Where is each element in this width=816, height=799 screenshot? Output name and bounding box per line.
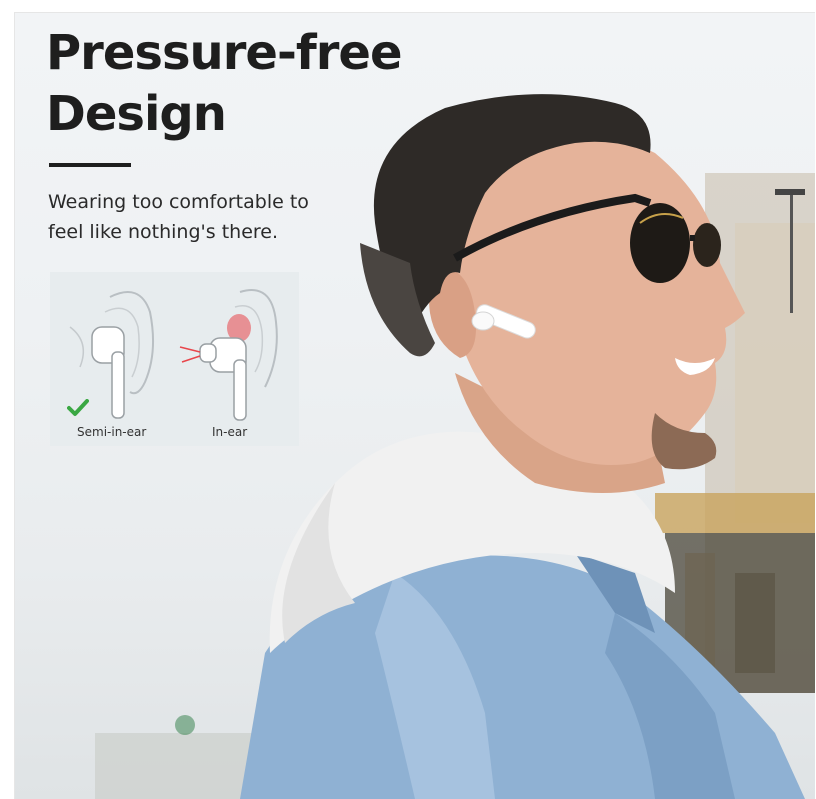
checkmark-icon xyxy=(67,399,89,416)
in-ear-diagram xyxy=(179,289,278,421)
subtitle-line2: feel like nothing's there. xyxy=(48,221,279,243)
fit-label-in-ear: In-ear xyxy=(212,425,248,439)
subtitle: Wearing too comfortable to feel like not… xyxy=(48,187,309,247)
headline-line1: Pressure-free xyxy=(46,25,403,81)
headline-line2: Design xyxy=(46,86,227,142)
subtitle-line1: Wearing too comfortable to xyxy=(48,191,309,213)
product-image-frame: Pressure-free Design Wearing too comfort… xyxy=(14,12,815,799)
headline: Pressure-free Design xyxy=(46,23,403,145)
fit-label-semi-in-ear: Semi-in-ear xyxy=(77,425,147,439)
fit-comparison-illustration xyxy=(69,289,278,421)
fit-comparison-card xyxy=(50,272,299,446)
headline-underline xyxy=(49,163,131,167)
